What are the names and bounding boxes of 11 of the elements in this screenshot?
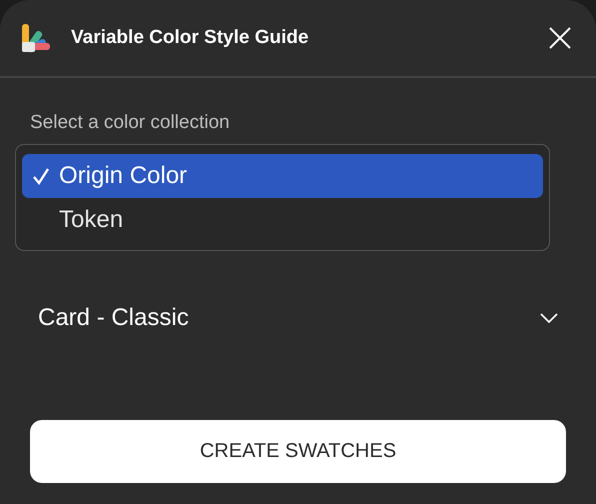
chevron-down-icon — [540, 313, 558, 323]
color-fan-icon — [21, 22, 51, 54]
menu-item[interactable]: Origin Color — [22, 154, 543, 198]
checkmark-icon — [32, 167, 50, 185]
menu-item[interactable]: Token — [22, 198, 543, 242]
swatch-style-select[interactable]: Card - Classic — [30, 294, 566, 342]
field-label: Select a color collection — [30, 112, 231, 134]
close-button[interactable] — [548, 26, 572, 50]
create-swatches-button[interactable]: CREATE SWATCHES — [30, 420, 566, 483]
close-icon — [548, 26, 572, 50]
window-title: Variable Color Style Guide — [71, 27, 310, 49]
